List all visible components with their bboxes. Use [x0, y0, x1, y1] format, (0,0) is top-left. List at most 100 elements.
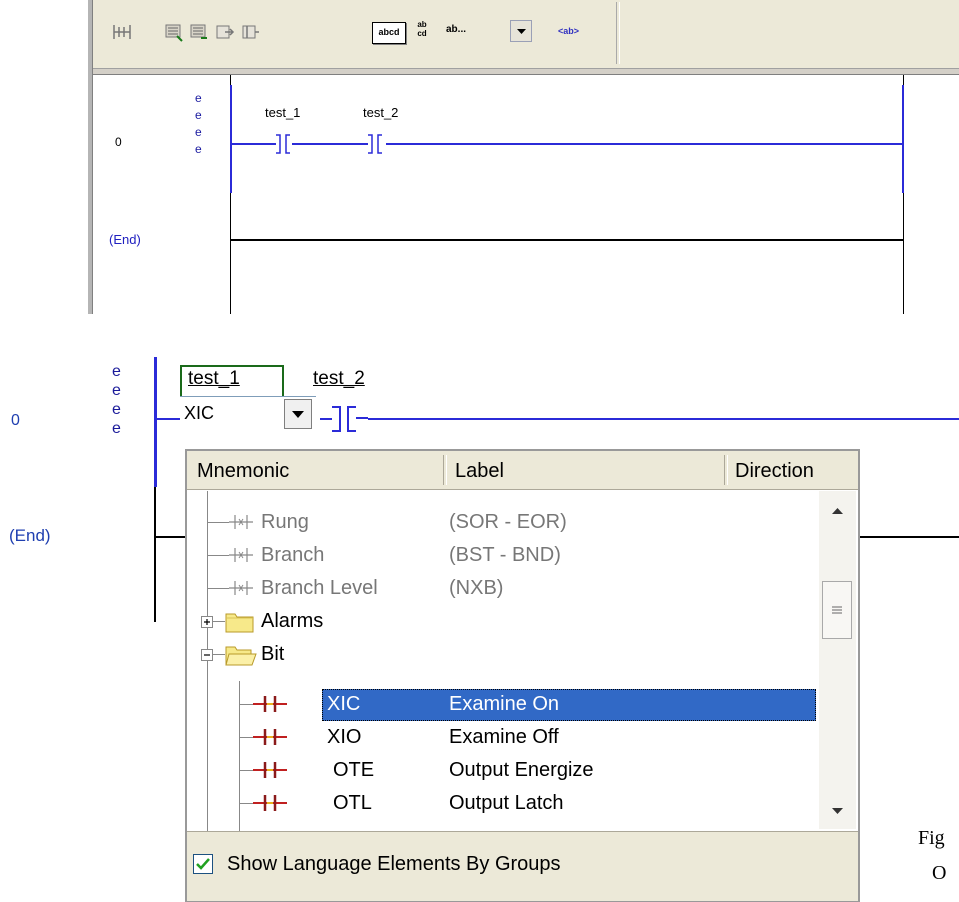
chevron-down-icon[interactable]	[510, 20, 532, 42]
column-header-mnemonic[interactable]: Mnemonic	[187, 451, 445, 489]
zoom-end-wire-right	[860, 536, 959, 538]
instruction-icon[interactable]	[214, 22, 236, 42]
row-label: Output Energize	[449, 759, 594, 781]
rung-0-left-rail	[230, 85, 232, 193]
figure-caption-fragment-2: O	[932, 862, 947, 884]
instruction-picker-popup: Mnemonic Label Direction Rung (SOR - EOR…	[185, 449, 860, 902]
tree-row-ote[interactable]: OTE Output Energize	[187, 754, 817, 787]
zoom-contact-2-tag[interactable]: test_2	[313, 368, 365, 390]
row-mnemonic: OTE	[333, 759, 375, 781]
chevron-down-icon[interactable]	[284, 399, 312, 429]
xic-contact-2-zoom[interactable]	[320, 405, 368, 433]
edit-mark: e	[112, 363, 121, 380]
scrollbar-thumb[interactable]	[822, 581, 852, 639]
stack-bottom-text: cd	[417, 29, 427, 38]
scroll-up-arrow-icon[interactable]	[819, 495, 856, 527]
row-label: Output Latch	[449, 792, 564, 814]
toolbar-separator	[616, 2, 620, 64]
edit-mark: e	[195, 125, 202, 139]
popup-footer: Show Language Elements By Groups	[187, 831, 858, 901]
tree-line	[239, 770, 253, 771]
row-mnemonic: OTL	[333, 792, 372, 814]
figure-caption-fragment: Fig	[918, 827, 945, 849]
tree-row-branch-level[interactable]: Branch Level (NXB)	[187, 572, 817, 605]
tree-row-branch[interactable]: Branch (BST - BND)	[187, 539, 817, 572]
end-rung-wire	[231, 239, 904, 241]
edit-mark: e	[112, 382, 121, 399]
collapse-minus-icon[interactable]	[201, 649, 213, 661]
edit-mark: e	[195, 108, 202, 122]
contact-2-tag: test_2	[363, 105, 399, 120]
end-rung-label: (End)	[109, 232, 141, 247]
instruction-combo-value[interactable]: XIC	[184, 403, 214, 424]
ote-instruction-icon	[253, 762, 287, 778]
rung-insert-icon[interactable]	[111, 22, 133, 42]
rung-number: 0	[115, 135, 122, 149]
stack-top-text: ab	[417, 20, 427, 29]
folder-open-icon	[225, 646, 257, 666]
zoom-rung-wire	[368, 418, 959, 420]
tree-row-xic[interactable]: XIC Examine On	[187, 688, 817, 721]
tree-row-xio[interactable]: XIO Examine Off	[187, 721, 817, 754]
instruction-combo[interactable]: XIC	[180, 396, 316, 431]
edit-mark: e	[112, 401, 121, 418]
group-checkbox-label[interactable]: Show Language Elements By Groups	[227, 853, 561, 876]
column-header-label[interactable]: Label	[445, 451, 725, 489]
tree-line	[213, 654, 225, 655]
row-label: (SOR - EOR)	[449, 511, 567, 533]
xic-contact-2[interactable]	[366, 133, 388, 155]
ab-tag-button[interactable]: <ab>	[558, 26, 579, 36]
vertical-scrollbar[interactable]	[819, 491, 856, 829]
edit-mark: e	[195, 91, 202, 105]
row-mnemonic: Bit	[261, 643, 285, 665]
edit-marks: e e e e	[195, 90, 202, 158]
column-header-direction[interactable]: Direction	[725, 451, 858, 489]
column-header-row: Mnemonic Label Direction	[187, 451, 858, 490]
zoom-left-rail	[154, 357, 157, 487]
branch-icon[interactable]	[163, 22, 185, 42]
xic-contact-1[interactable]	[274, 133, 296, 155]
tree-row-alarms[interactable]: Alarms	[187, 605, 817, 638]
rung-0-wire	[386, 143, 904, 145]
rung-0-wire	[230, 143, 276, 145]
zoom-contact-1-tag[interactable]: test_1	[188, 368, 240, 390]
rung-0-wire	[292, 143, 368, 145]
tree-row-otl[interactable]: OTL Output Latch	[187, 787, 817, 820]
row-mnemonic: XIC	[327, 693, 361, 715]
branch-level-icon[interactable]	[188, 22, 210, 42]
branch-element-icon	[229, 548, 253, 562]
scroll-down-arrow-icon[interactable]	[819, 795, 856, 827]
row-mnemonic: Alarms	[261, 610, 324, 632]
row-label: Examine On	[449, 693, 560, 715]
zoom-end-label: (End)	[9, 526, 51, 545]
row-mnemonic: Branch	[261, 544, 325, 566]
tree-line	[213, 621, 225, 622]
tree-line	[239, 737, 253, 738]
rung-0-right-rail	[902, 85, 904, 193]
branch-level-element-icon	[229, 581, 253, 595]
tree-line	[239, 803, 253, 804]
row-mnemonic: Branch Level	[261, 577, 378, 599]
tree-row-rung[interactable]: Rung (SOR - EOR)	[187, 506, 817, 539]
row-label: (NXB)	[449, 577, 504, 599]
instruction-right-icon[interactable]	[240, 22, 262, 42]
tree-row-bit[interactable]: Bit	[187, 638, 817, 671]
zoom-end-rail	[154, 487, 156, 622]
group-checkbox[interactable]	[193, 854, 213, 874]
ab-combo-text[interactable]: ab...	[446, 24, 466, 35]
zoom-end-wire	[154, 536, 185, 538]
rung-element-icon	[229, 515, 253, 529]
ladder-editor-area[interactable]	[93, 75, 959, 314]
otl-instruction-icon	[253, 795, 287, 811]
zoom-rung-number: 0	[11, 412, 20, 429]
checkmark-icon	[196, 858, 210, 870]
expand-plus-icon[interactable]	[201, 616, 213, 628]
edit-mark: e	[195, 142, 202, 156]
zoom-edit-marks: e e e e	[112, 362, 121, 438]
xio-instruction-icon	[253, 729, 287, 745]
folder-closed-icon	[225, 613, 254, 633]
abcd-text-button[interactable]: abcd	[372, 22, 406, 44]
row-mnemonic: Rung	[261, 511, 309, 533]
xic-instruction-icon	[253, 696, 287, 712]
ab-cd-stack-button[interactable]: ab cd	[414, 20, 430, 38]
